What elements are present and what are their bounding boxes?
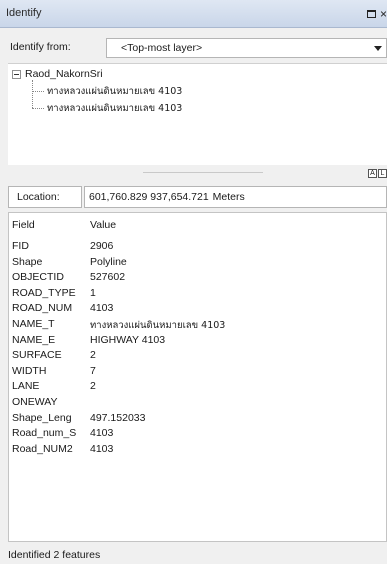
location-value: 601,760.829 937,654.721 Meters <box>89 191 245 203</box>
location-coordinates: 601,760.829 937,654.721 <box>89 191 209 203</box>
attribute-value: 4103 <box>90 442 114 455</box>
grid-header: Field Value <box>9 219 387 233</box>
location-row: Location: 601,760.829 937,654.721 Meters <box>0 186 387 208</box>
attribute-row[interactable]: FID 2906 <box>9 240 387 256</box>
list-view-icon[interactable]: L <box>378 169 387 178</box>
attribute-row[interactable]: Road_num_S 4103 <box>9 427 387 443</box>
location-unit: Meters <box>212 191 245 203</box>
view-toggle-group: A L <box>368 169 387 178</box>
attribute-row[interactable]: OBJECTID 527602 <box>9 271 387 287</box>
tree-feature-item[interactable]: ทางหลวงแผ่นดินหมายเลข 4103 <box>32 101 182 116</box>
attribute-grid: Field Value FID 2906 Shape Polyline OBJECT… <box>8 212 387 542</box>
attribute-row[interactable]: ONEWAY <box>9 396 387 412</box>
attribute-row[interactable]: Road_NUM2 4103 <box>9 443 387 459</box>
close-icon[interactable]: × <box>380 8 387 20</box>
attribute-field: SURFACE <box>12 349 62 362</box>
attribute-field: OBJECTID <box>12 271 64 284</box>
attribute-field: ONEWAY <box>12 395 58 408</box>
field-column-header[interactable]: Field <box>12 219 35 231</box>
attribute-field: FID <box>12 240 29 252</box>
attribute-row[interactable]: SURFACE 2 <box>9 349 387 365</box>
attribute-value: Polyline <box>90 255 127 268</box>
attribute-field: Shape_Leng <box>12 411 72 424</box>
identify-window: Identify × Identify from: <Top-most laye… <box>0 0 387 564</box>
attribute-row[interactable]: ROAD_TYPE 1 <box>9 287 387 303</box>
chevron-down-icon[interactable] <box>374 46 382 51</box>
identify-from-dropdown[interactable]: <Top-most layer> <box>106 38 387 58</box>
tree-feature-label: ทางหลวงแผ่นดินหมายเลข 4103 <box>47 103 183 114</box>
alphabetical-view-icon[interactable]: A <box>368 169 377 178</box>
collapse-icon[interactable] <box>12 69 21 79</box>
identify-from-label: Identify from: <box>10 41 71 53</box>
identify-from-value: <Top-most layer> <box>121 42 203 54</box>
attribute-field: WIDTH <box>12 364 47 377</box>
splitter-grip[interactable] <box>143 172 263 173</box>
attribute-row[interactable]: WIDTH 7 <box>9 365 387 381</box>
title-buttons: × <box>366 6 387 22</box>
title-bar[interactable]: Identify × <box>0 0 387 28</box>
attribute-value: 2 <box>90 349 96 362</box>
status-text: Identified 2 features <box>8 549 101 561</box>
identify-from-row: Identify from: <Top-most layer> <box>0 36 387 60</box>
attribute-value: 1 <box>90 286 96 299</box>
location-label-cell: Location: <box>8 186 82 208</box>
tree-feature-label: ทางหลวงแผ่นดินหมายเลข 4103 <box>47 86 183 97</box>
attribute-value: 2906 <box>90 240 114 252</box>
attribute-field: LANE <box>12 380 40 393</box>
attribute-value: HIGHWAY 4103 <box>90 333 166 346</box>
attribute-value: ทางหลวงแผ่นดินหมายเลข 4103 <box>90 319 226 331</box>
tree-branch-line <box>32 108 44 109</box>
location-value-cell: 601,760.829 937,654.721 Meters <box>84 186 387 208</box>
attribute-row[interactable]: Shape Polyline <box>9 256 387 272</box>
attribute-field: Shape <box>12 255 43 268</box>
attribute-value: 4103 <box>90 302 114 315</box>
attribute-value: 4103 <box>90 427 114 440</box>
window-title: Identify <box>6 7 42 19</box>
value-column-header[interactable]: Value <box>90 219 116 231</box>
attribute-value: 527602 <box>90 271 126 284</box>
attribute-value: 2 <box>90 380 96 393</box>
attribute-field: ROAD_TYPE <box>12 286 76 299</box>
attribute-value: 7 <box>90 364 96 377</box>
attribute-row[interactable]: Shape_Leng 497.152033 <box>9 412 387 428</box>
attribute-row[interactable]: LANE 2 <box>9 380 387 396</box>
tree-layer-label: Raod_NakornSri <box>25 68 103 80</box>
attribute-row[interactable]: ROAD_NUM 4103 <box>9 302 387 318</box>
attribute-value: 497.152033 <box>90 411 146 424</box>
attribute-field: NAME_T <box>12 317 55 330</box>
attribute-rows: FID 2906 Shape Polyline OBJECTID 527602 ROA… <box>9 240 387 458</box>
tree-branch-line <box>32 91 44 92</box>
location-label: Location: <box>17 191 60 203</box>
attribute-field: Road_num_S <box>12 427 77 440</box>
results-tree: Raod_NakornSri ทางหลวงแผ่นดินหมายเลข 410… <box>8 63 387 165</box>
tree-feature-item[interactable]: ทางหลวงแผ่นดินหมายเลข 4103 <box>32 84 182 99</box>
attribute-field: NAME_E <box>12 333 56 346</box>
tree-layer-node[interactable]: Raod_NakornSri <box>12 68 103 80</box>
restore-icon[interactable] <box>366 10 376 18</box>
panel-splitter[interactable]: A L <box>0 165 387 181</box>
attribute-row[interactable]: NAME_E HIGHWAY 4103 <box>9 334 387 350</box>
attribute-field: Road_NUM2 <box>12 442 73 455</box>
attribute-field: ROAD_NUM <box>12 302 73 315</box>
attribute-row[interactable]: NAME_T ทางหลวงแผ่นดินหมายเลข 4103 <box>9 318 387 334</box>
